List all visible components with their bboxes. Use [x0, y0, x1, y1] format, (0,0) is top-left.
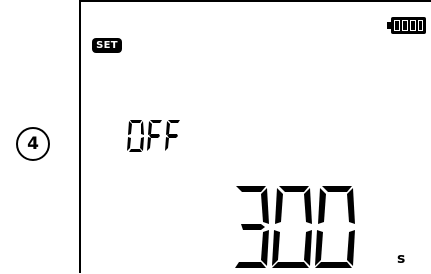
main-value-display: 300: [231, 184, 355, 274]
battery-full-icon: [387, 17, 426, 34]
unit-label: s: [397, 251, 406, 267]
mode-segment-digits: [127, 120, 180, 152]
lcd-screen: SET OFF: [79, 0, 431, 273]
set-indicator: SET: [92, 38, 122, 53]
mode-display: OFF: [127, 118, 183, 158]
instruction-figure: { "step": { "number": "4" }, "screen": {…: [0, 0, 431, 273]
main-value-segment-digits: [235, 186, 355, 268]
step-number: 4: [27, 134, 39, 154]
step-number-badge: 4: [16, 127, 50, 161]
